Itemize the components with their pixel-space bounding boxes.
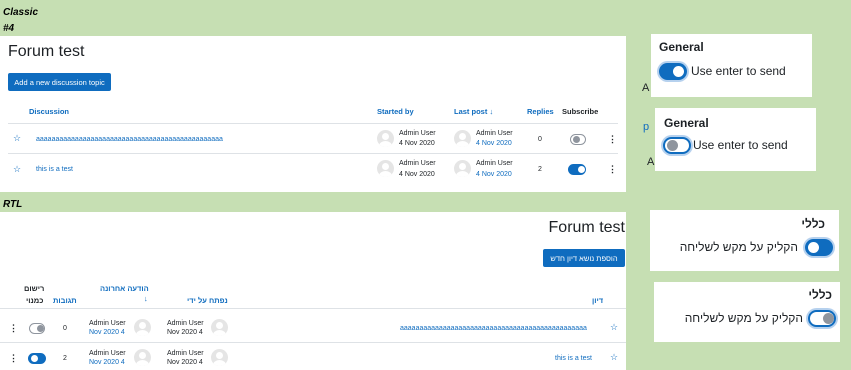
started-by-date: 4 Nov 2020 [399,171,435,178]
replies-count: 2 [63,355,67,362]
last-post-date-link[interactable]: 4 Nov 2020 [476,139,512,148]
header-last-post[interactable]: הודעה אחרונה [100,284,149,293]
more-options-icon[interactable]: ⋮ [9,354,18,363]
divider [0,342,626,343]
discussion-link[interactable]: aaaaaaaaaaaaaaaaaaaaaaaaaaaaaaaaaaaaaaaa… [400,324,587,333]
settings-section-title: General [659,40,704,54]
header-discussion[interactable]: Discussion [29,107,69,116]
page-title: Forum test [8,43,85,60]
classic-forum-panel: Forum test Add a new discussion topic Di… [0,36,626,192]
settings-section-title: כללי [801,217,825,231]
use-enter-to-send-label: הקליק על מקש לשליחה [679,240,798,254]
avatar [454,130,471,147]
page-title: Forum test [548,219,625,236]
replies-count: 0 [538,136,542,143]
classic-label: Classic [3,7,39,18]
use-enter-to-send-toggle[interactable] [808,310,836,327]
last-post-name: Admin User [89,320,126,327]
add-discussion-button[interactable]: Add a new discussion topic [8,73,111,91]
clipped-text-fragment: A [642,82,650,94]
more-options-icon[interactable]: ⋮ [9,324,18,333]
replies-count: 2 [538,166,542,173]
header-replies[interactable]: תגובות [53,296,77,305]
avatar [134,319,151,336]
last-post-date-link[interactable]: Nov 2020 4 [89,358,125,367]
use-enter-to-send-toggle[interactable] [659,63,687,80]
last-post-date-link[interactable]: 4 Nov 2020 [476,170,512,179]
add-discussion-button[interactable]: הוספת נושא דיון חדש [543,249,625,267]
started-by-date: 4 Nov 2020 [399,140,435,147]
subscribe-toggle[interactable] [570,134,586,145]
discussion-link[interactable]: aaaaaaaaaaaaaaaaaaaaaaaaaaaaaaaaaaaaaaaa… [36,135,223,144]
started-by-name: Admin User [399,160,436,167]
avatar [454,160,471,177]
header-subscribe: רישום [24,284,45,293]
star-icon[interactable]: ☆ [610,353,618,362]
avatar [211,349,228,366]
avatar [211,319,228,336]
started-by-date: Nov 2020 4 [167,329,203,336]
header-subscribe-line2: כמנוי [26,296,44,305]
more-options-icon[interactable]: ⋮ [608,135,617,144]
replies-count: 0 [63,325,67,332]
rtl-forum-panel: Forum test הוספת נושא דיון חדש רישום כמנ… [0,212,626,370]
settings-section-title: כללי [808,288,832,302]
last-post-name: Admin User [476,130,513,137]
started-by-name: Admin User [399,130,436,137]
discussion-link[interactable]: this is a test [555,354,592,363]
settings-box-general-on: General Use enter to send [651,34,812,97]
settings-box-general-off: General Use enter to send [655,108,816,171]
subscribe-toggle[interactable] [29,323,45,334]
header-last-post-label: Last post [454,107,488,116]
classic-number-label: #4 [3,23,15,34]
star-icon[interactable]: ☆ [610,323,618,332]
rtl-label: RTL [3,199,23,210]
subscribe-toggle[interactable] [28,353,46,364]
use-enter-to-send-toggle[interactable] [805,239,833,256]
started-by-date: Nov 2020 4 [167,359,203,366]
avatar [134,349,151,366]
discussion-link[interactable]: this is a test [36,165,73,174]
avatar [377,160,394,177]
sort-down-icon: ↓ [144,294,148,303]
use-enter-to-send-label: Use enter to send [693,138,788,152]
header-discussion[interactable]: דיון [592,296,603,305]
clipped-text-fragment: p [643,121,650,133]
use-enter-to-send-label: הקליק על מקש לשליחה [684,311,803,325]
sort-down-icon: ↓ [489,107,494,116]
divider [8,153,618,154]
header-last-post[interactable]: Last post ↓ [454,107,493,116]
header-started-by[interactable]: נפתח על ידי [187,296,228,305]
subscribe-toggle[interactable] [568,164,586,175]
avatar [377,130,394,147]
use-enter-to-send-label: Use enter to send [691,64,786,78]
settings-box-rtl-off: כללי הקליק על מקש לשליחה [654,282,840,342]
divider [0,308,626,309]
divider [8,123,618,124]
star-icon[interactable]: ☆ [13,165,21,174]
settings-box-rtl-on: כללי הקליק על מקש לשליחה [650,210,839,271]
star-icon[interactable]: ☆ [13,134,21,143]
header-subscribe: Subscribe [562,107,599,116]
header-replies[interactable]: Replies [527,107,554,116]
last-post-date-link[interactable]: Nov 2020 4 [89,328,125,337]
started-by-name: Admin User [167,350,204,357]
last-post-name: Admin User [89,350,126,357]
clipped-text-fragment: A [647,156,655,168]
started-by-name: Admin User [167,320,204,327]
use-enter-to-send-toggle[interactable] [663,137,691,154]
settings-section-title: General [664,116,709,130]
header-started-by[interactable]: Started by [377,107,414,116]
more-options-icon[interactable]: ⋮ [608,165,617,174]
last-post-name: Admin User [476,160,513,167]
